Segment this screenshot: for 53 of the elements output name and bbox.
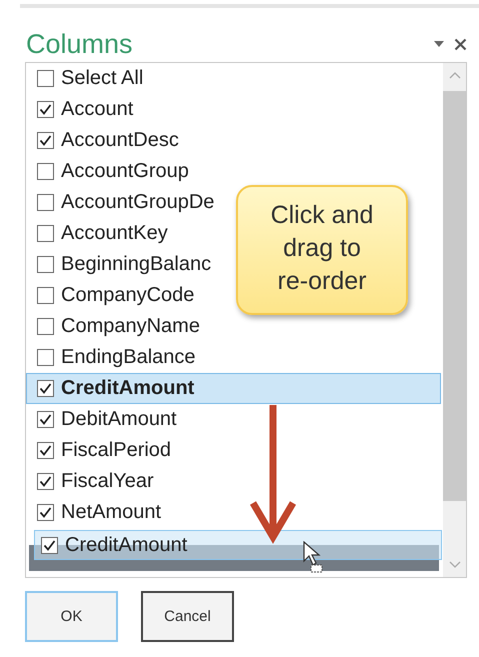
- column-item[interactable]: AccountGroupDe: [26, 187, 216, 218]
- column-item[interactable]: EndingBalance: [26, 342, 197, 373]
- checkbox[interactable]: [37, 473, 54, 490]
- column-label: AccountGroupDe: [61, 191, 214, 214]
- column-item[interactable]: NetAmount: [26, 497, 162, 528]
- checkbox[interactable]: [37, 132, 54, 149]
- column-label: FiscalYear: [61, 470, 154, 493]
- checkbox[interactable]: [37, 225, 54, 242]
- column-item[interactable]: FiscalYear: [26, 466, 155, 497]
- checkbox[interactable]: [37, 349, 54, 366]
- column-label: Account: [61, 98, 134, 121]
- column-item[interactable]: CompanyCode: [26, 280, 196, 311]
- column-label: CompanyName: [61, 315, 200, 338]
- checkbox[interactable]: [37, 256, 54, 273]
- checkbox[interactable]: [37, 318, 54, 335]
- close-icon[interactable]: [454, 38, 467, 50]
- column-item[interactable]: CompanyName: [26, 311, 201, 342]
- ghost-label: CreditAmount: [65, 534, 188, 556]
- panel-title: Columns: [26, 28, 134, 60]
- column-item[interactable]: FiscalPeriod: [26, 435, 172, 466]
- dropdown-icon[interactable]: [433, 40, 445, 48]
- column-label: CreditAmount: [61, 377, 194, 400]
- checkbox[interactable]: [37, 504, 54, 521]
- column-item[interactable]: DebitAmount: [26, 404, 178, 435]
- column-label: AccountKey: [61, 222, 168, 245]
- checkbox[interactable]: [37, 70, 54, 87]
- dialog-button[interactable]: OK: [25, 591, 118, 642]
- column-label: NetAmount: [61, 501, 162, 524]
- callout-bubble: Click and drag to re-order: [236, 185, 408, 315]
- checkbox[interactable]: [37, 163, 54, 180]
- column-label: BeginningBalanc: [61, 253, 212, 276]
- column-item[interactable]: AccountDesc: [26, 125, 180, 156]
- checkbox[interactable]: [37, 442, 54, 459]
- checkbox[interactable]: [37, 287, 54, 304]
- column-item[interactable]: AccountKey: [26, 218, 169, 249]
- column-item[interactable]: AccountGroup: [26, 156, 190, 187]
- checkbox[interactable]: [37, 194, 54, 211]
- cursor-icon: [302, 541, 324, 573]
- checkbox[interactable]: [37, 380, 54, 397]
- column-label: FiscalPeriod: [61, 439, 172, 462]
- column-item[interactable]: CreditAmount: [26, 373, 441, 404]
- checkbox[interactable]: [37, 101, 54, 118]
- column-item[interactable]: Account: [26, 94, 134, 125]
- column-label: CompanyCode: [61, 284, 194, 307]
- column-item[interactable]: BeginningBalanc: [26, 249, 212, 280]
- dialog-button[interactable]: Cancel: [141, 591, 234, 642]
- column-item[interactable]: Select All: [26, 63, 144, 94]
- column-label: DebitAmount: [61, 408, 177, 431]
- column-label: AccountDesc: [61, 129, 179, 152]
- column-label: Select All: [61, 67, 144, 90]
- column-label: AccountGroup: [61, 160, 189, 183]
- column-label: EndingBalance: [61, 346, 196, 369]
- checkbox[interactable]: [37, 411, 54, 428]
